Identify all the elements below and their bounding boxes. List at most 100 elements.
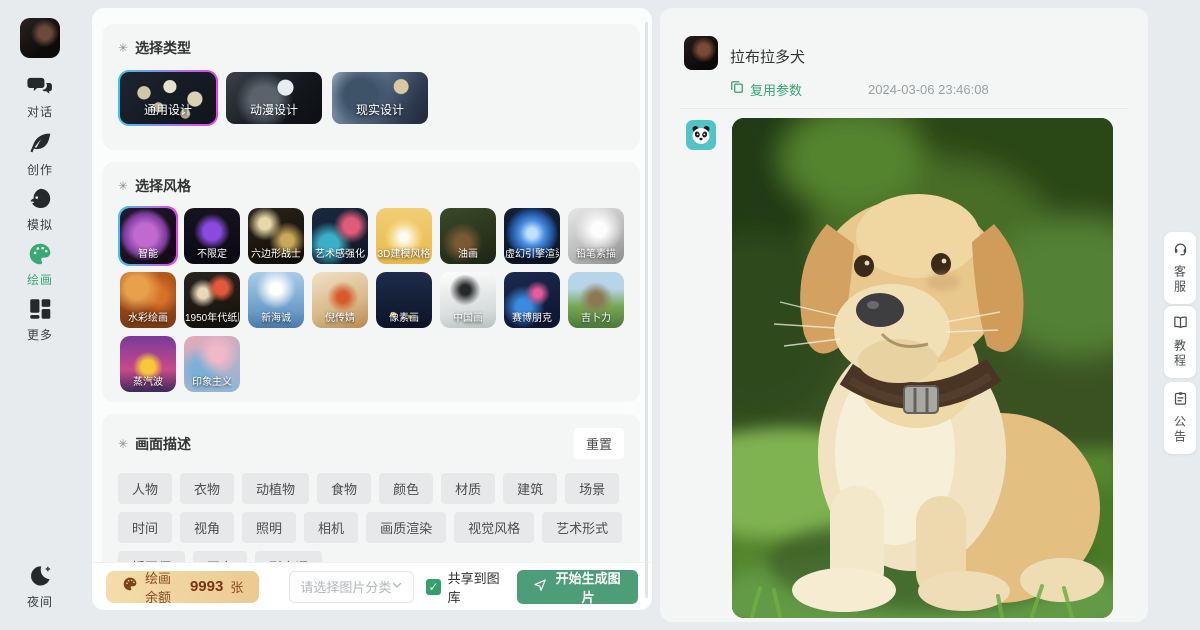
style-tile-六边形战士[interactable]: 六边形战士	[246, 206, 306, 266]
prompt-tag-画质渲染[interactable]: 画质渲染	[366, 512, 446, 543]
sidebar-item-chat[interactable]: 对话	[0, 73, 80, 120]
style-tile-中国画[interactable]: 中国画	[438, 270, 498, 330]
type-card-label: 动漫设计	[250, 101, 298, 124]
prompt-tag-动植物[interactable]: 动植物	[242, 473, 309, 504]
type-card-动漫设计[interactable]: 动漫设计	[224, 70, 324, 126]
style-tile-倪传婧[interactable]: 倪传婧	[310, 270, 370, 330]
rail-tab-announcement[interactable]: 公告	[1164, 382, 1196, 454]
sidebar: 对话 创作 模拟 绘画 更多 夜间	[0, 0, 80, 630]
result-timestamp: 2024-03-06 23:46:08	[868, 82, 989, 97]
prompt-tag-视觉风格[interactable]: 视觉风格	[454, 512, 534, 543]
palette-badge-icon	[122, 576, 138, 597]
rail-tab-support[interactable]: 客服	[1164, 232, 1196, 304]
type-card-通用设计[interactable]: 通用设计	[118, 70, 218, 126]
sidebar-item-simulate[interactable]: 模拟	[0, 186, 80, 233]
style-tile-3D建模风格[interactable]: 3D建模风格	[374, 206, 434, 266]
generation-settings-panel: ✳ 选择类型 通用设计动漫设计现实设计 ✳ 选择风格 智能不限定六边形战士艺术感…	[92, 8, 652, 610]
reuse-params-label: 复用参数	[750, 80, 802, 99]
style-tile-水彩绘画[interactable]: 水彩绘画	[118, 270, 178, 330]
generate-image-button[interactable]: 开始生成图片	[517, 570, 638, 604]
prompt-tag-食物[interactable]: 食物	[317, 473, 371, 504]
style-tile-label: 六边形战士	[251, 245, 301, 264]
sidebar-item-create[interactable]: 创作	[0, 131, 80, 178]
user-avatar[interactable]	[20, 18, 60, 58]
moon-icon	[0, 563, 80, 589]
type-section-title: 选择类型	[135, 38, 191, 58]
style-tile-label: 新海诚	[261, 309, 291, 328]
balance-label: 绘画余额	[145, 568, 183, 606]
type-card-现实设计[interactable]: 现实设计	[330, 70, 430, 126]
scrollbar[interactable]	[645, 22, 648, 598]
style-tile-label: 虚幻引擎渲染	[505, 245, 559, 264]
style-tile-label: 水彩绘画	[128, 309, 168, 328]
sidebar-item-label: 夜间	[0, 593, 80, 610]
style-tile-像素画[interactable]: 像素画	[374, 270, 434, 330]
style-tile-label: 铅笔素描	[576, 245, 616, 264]
sidebar-item-night-mode[interactable]: 夜间	[0, 563, 80, 610]
section-marker-icon: ✳	[118, 179, 128, 193]
style-tile-赛博朋克[interactable]: 赛博朋克	[502, 270, 562, 330]
balance-value: 9993	[190, 578, 223, 595]
share-label: 共享到图库	[448, 568, 506, 606]
palette-icon	[0, 241, 80, 267]
style-tile-虚幻引擎渲染[interactable]: 虚幻引擎渲染	[502, 206, 562, 266]
headset-icon	[1173, 241, 1188, 261]
style-section: ✳ 选择风格 智能不限定六边形战士艺术感强化3D建模风格油画虚幻引擎渲染铅笔素描…	[102, 162, 640, 402]
style-tile-label: 中国画	[453, 309, 483, 328]
style-tile-label: 像素画	[389, 309, 419, 328]
sidebar-item-label: 创作	[0, 161, 80, 178]
grid-icon	[0, 296, 80, 322]
rail-tab-label: 教程	[1172, 339, 1189, 369]
style-tile-吉卜力[interactable]: 吉卜力	[566, 270, 626, 330]
style-tile-1950年代纸雕[interactable]: 1950年代纸雕	[182, 270, 242, 330]
prompt-tag-时间[interactable]: 时间	[118, 512, 172, 543]
style-tile-label: 蒸汽波	[133, 373, 163, 392]
style-tile-智能[interactable]: 智能	[118, 206, 178, 266]
style-tile-label: 油画	[458, 245, 478, 264]
prompt-tag-场景[interactable]: 场景	[565, 473, 619, 504]
style-tile-label: 艺术感强化	[315, 245, 365, 264]
divider	[680, 108, 1128, 109]
style-tile-铅笔素描[interactable]: 铅笔素描	[566, 206, 626, 266]
prompt-tag-相机[interactable]: 相机	[304, 512, 358, 543]
prompt-tag-建筑[interactable]: 建筑	[503, 473, 557, 504]
share-to-gallery-toggle[interactable]: ✓ 共享到图库	[426, 568, 505, 606]
prompt-tag-颜色[interactable]: 颜色	[379, 473, 433, 504]
style-tile-label: 1950年代纸雕	[185, 309, 239, 328]
reset-button[interactable]: 重置	[574, 428, 624, 459]
balance-unit: 张	[230, 577, 243, 596]
check-icon: ✓	[428, 581, 438, 593]
prompt-tag-艺术形式[interactable]: 艺术形式	[542, 512, 622, 543]
style-tile-蒸汽波[interactable]: 蒸汽波	[118, 334, 178, 394]
generation-footer: 绘画余额 9993 张 请选择图片分类 ✓ 共享到图库 开始生成图片	[92, 562, 652, 610]
style-tile-label: 吉卜力	[581, 309, 611, 328]
style-tile-不限定[interactable]: 不限定	[182, 206, 242, 266]
style-tile-新海诚[interactable]: 新海诚	[246, 270, 306, 330]
announcement-icon	[1173, 391, 1188, 411]
copy-params-icon	[730, 80, 744, 99]
prompt-tag-人物[interactable]: 人物	[118, 473, 172, 504]
style-tile-label: 智能	[138, 245, 158, 264]
prompt-tag-视角[interactable]: 视角	[180, 512, 234, 543]
chevron-down-icon	[391, 578, 403, 596]
prompt-tag-照明[interactable]: 照明	[242, 512, 296, 543]
section-marker-icon: ✳	[118, 41, 128, 55]
rail-tab-tutorial[interactable]: 教程	[1164, 306, 1196, 378]
type-card-label: 现实设计	[356, 101, 404, 124]
sidebar-item-draw[interactable]: 绘画	[0, 241, 80, 288]
share-checkbox[interactable]: ✓	[426, 579, 440, 595]
sidebar-item-label: 绘画	[0, 271, 80, 288]
sidebar-item-label: 模拟	[0, 216, 80, 233]
prompt-tag-材质[interactable]: 材质	[441, 473, 495, 504]
generated-image[interactable]	[732, 118, 1113, 618]
desc-section-title: 画面描述	[135, 434, 191, 454]
chat-icon	[0, 73, 80, 99]
sidebar-item-more[interactable]: 更多	[0, 296, 80, 343]
style-tile-印象主义[interactable]: 印象主义	[182, 334, 242, 394]
style-tile-艺术感强化[interactable]: 艺术感强化	[310, 206, 370, 266]
prompt-tag-衣物[interactable]: 衣物	[180, 473, 234, 504]
image-category-select[interactable]: 请选择图片分类	[289, 571, 414, 603]
type-section: ✳ 选择类型 通用设计动漫设计 现实设计	[102, 24, 640, 150]
style-tile-油画[interactable]: 油画	[438, 206, 498, 266]
reuse-params-button[interactable]: 复用参数	[730, 80, 802, 99]
